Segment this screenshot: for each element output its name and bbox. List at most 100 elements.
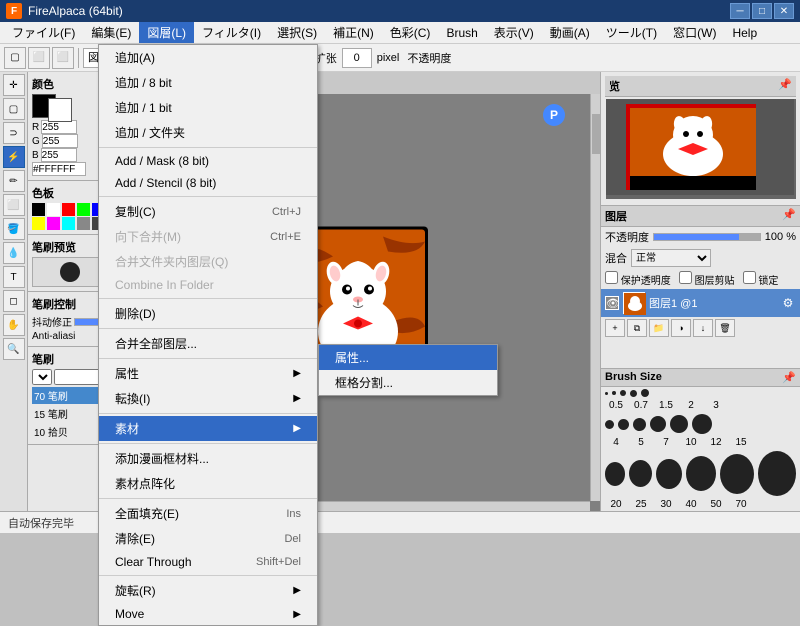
brush-dot-07[interactable] xyxy=(612,391,616,395)
palette-color[interactable] xyxy=(47,203,60,216)
menu-help[interactable]: Help xyxy=(724,24,765,42)
clipping-check[interactable]: 图层剪贴 xyxy=(679,271,735,287)
bg-color-swatch[interactable] xyxy=(48,98,72,122)
menu-delete[interactable]: 删除(D) xyxy=(99,301,317,326)
menu-filter[interactable]: フィルタ(I) xyxy=(194,22,269,43)
tool-select-rect[interactable]: ▢ xyxy=(3,98,25,120)
layer-visibility-icon[interactable]: 👁 xyxy=(605,296,619,310)
brush-dot-40[interactable] xyxy=(686,456,716,491)
tool-eraser[interactable]: ⬜ xyxy=(3,194,25,216)
brush-dot-20[interactable] xyxy=(605,462,625,486)
hex-input[interactable] xyxy=(32,162,86,176)
tool-select-btn[interactable]: ▢ xyxy=(4,47,26,69)
menu-convert[interactable]: 転換(I) ▶ xyxy=(99,386,317,411)
preview-pin[interactable]: 📌 xyxy=(778,78,792,94)
brush-dot-5[interactable] xyxy=(618,419,629,430)
expand-input[interactable] xyxy=(342,48,372,68)
menu-duplicate[interactable]: 复制(C) Ctrl+J xyxy=(99,199,317,224)
menu-fill-all[interactable]: 全面填充(E) Ins xyxy=(99,501,317,526)
brush-dot-2[interactable] xyxy=(630,390,637,397)
menu-add-stencil[interactable]: Add / Stencil (8 bit) xyxy=(99,172,317,194)
palette-color[interactable] xyxy=(77,203,90,216)
brush-dot-70[interactable] xyxy=(758,451,796,496)
minimize-button[interactable]: ─ xyxy=(730,3,750,19)
r-input[interactable] xyxy=(41,120,77,134)
menu-add-1bit[interactable]: 追加 / 1 bit xyxy=(99,95,317,120)
menu-move[interactable]: Move ▶ xyxy=(99,603,317,625)
menu-add-folder[interactable]: 追加 / 文件夹 xyxy=(99,120,317,145)
tool-magic-btn[interactable]: ⬜ xyxy=(52,47,74,69)
layer-mask-btn[interactable]: ◑ xyxy=(671,319,691,337)
layer-folder-btn[interactable]: 📁 xyxy=(649,319,669,337)
layer-dropdown-menu[interactable]: 追加(A) 追加 / 8 bit 追加 / 1 bit 追加 / 文件夹 Add… xyxy=(98,44,318,626)
b-input[interactable] xyxy=(41,148,77,162)
protect-alpha-check[interactable]: 保护透明度 xyxy=(605,271,671,287)
tool-shape[interactable]: ◻ xyxy=(3,290,25,312)
lock-check[interactable]: 锁定 xyxy=(743,271,779,287)
tool-lasso-btn[interactable]: ⬜ xyxy=(28,47,50,69)
palette-color[interactable] xyxy=(32,203,45,216)
menu-layer[interactable]: 図層(L) xyxy=(139,22,194,43)
menu-brush[interactable]: Brush xyxy=(438,24,485,42)
brush-dot-25[interactable] xyxy=(629,460,652,487)
layer-row-1[interactable]: 👁 图层1 @1 ⚙ xyxy=(601,289,800,317)
brush-dot-7[interactable] xyxy=(633,418,646,431)
menu-clear[interactable]: 清除(E) Del xyxy=(99,526,317,551)
material-submenu[interactable]: 属性... 框格分割... xyxy=(318,344,498,396)
title-bar-buttons[interactable]: ─ □ ✕ xyxy=(730,3,794,19)
tool-eyedrop[interactable]: 💧 xyxy=(3,242,25,264)
blend-select[interactable]: 正常 xyxy=(631,249,711,267)
brush-dot-15[interactable] xyxy=(620,390,626,396)
menu-merge-all[interactable]: 合并全部图层... xyxy=(99,331,317,356)
brush-dot-3[interactable] xyxy=(641,389,649,397)
layer-add-btn[interactable]: + xyxy=(605,319,625,337)
menu-merge-folder[interactable]: 合并文件夹内图层(Q) xyxy=(99,249,317,274)
menu-add-mask[interactable]: Add / Mask (8 bit) xyxy=(99,150,317,172)
layer-pin[interactable]: 📌 xyxy=(782,208,796,224)
menu-color[interactable]: 色彩(C) xyxy=(382,22,439,43)
menu-animation[interactable]: 動画(A) xyxy=(542,22,598,43)
brush-dot-15[interactable] xyxy=(692,414,712,434)
tool-wand[interactable]: ⚡ xyxy=(3,146,25,168)
submenu-properties[interactable]: 属性... xyxy=(319,345,497,370)
layer-copy-btn[interactable]: ⧉ xyxy=(627,319,647,337)
scrollbar-vertical[interactable] xyxy=(590,94,600,501)
brush-dot-50[interactable] xyxy=(720,454,754,494)
tool-pen[interactable]: ✏ xyxy=(3,170,25,192)
tool-zoom[interactable]: 🔍 xyxy=(3,338,25,360)
menu-combine-folder[interactable]: Combine In Folder xyxy=(99,274,317,296)
palette-color[interactable] xyxy=(62,203,75,216)
brush-dot-4[interactable] xyxy=(605,420,614,429)
tool-move[interactable]: ✛ xyxy=(3,74,25,96)
palette-color[interactable] xyxy=(47,217,60,230)
menu-tools[interactable]: ツール(T) xyxy=(598,22,665,43)
menu-add-manga-frame[interactable]: 添加漫画框材料... xyxy=(99,446,317,471)
menu-rotate[interactable]: 旋転(R) ▶ xyxy=(99,578,317,603)
menu-file[interactable]: ファイル(F) xyxy=(4,22,83,43)
menu-clear-through[interactable]: Clear Through Shift+Del xyxy=(99,551,317,573)
g-input[interactable] xyxy=(42,134,78,148)
maximize-button[interactable]: □ xyxy=(752,3,772,19)
layer-delete-btn[interactable]: 🗑 xyxy=(715,319,735,337)
menu-correct[interactable]: 補正(N) xyxy=(325,22,382,43)
scrollbar-v-thumb[interactable] xyxy=(592,114,600,154)
submenu-frame-split[interactable]: 框格分割... xyxy=(319,370,497,395)
layer-settings-icon[interactable]: ⚙ xyxy=(780,295,796,311)
opacity-bar[interactable] xyxy=(653,233,761,241)
close-button[interactable]: ✕ xyxy=(774,3,794,19)
tool-lasso[interactable]: ⊃ xyxy=(3,122,25,144)
menu-add-8bit[interactable]: 追加 / 8 bit xyxy=(99,70,317,95)
brush-size-pin[interactable]: 📌 xyxy=(782,371,796,384)
tool-text[interactable]: T xyxy=(3,266,25,288)
menu-edit[interactable]: 編集(E) xyxy=(83,22,139,43)
menu-material[interactable]: 素材 ▶ xyxy=(99,416,317,441)
layer-download-btn[interactable]: ↓ xyxy=(693,319,713,337)
menu-rasterize[interactable]: 素材点阵化 xyxy=(99,471,317,496)
brush-dot-12[interactable] xyxy=(670,415,688,433)
menu-properties-arrow[interactable]: 属性 ▶ xyxy=(99,361,317,386)
menu-window[interactable]: 窓口(W) xyxy=(665,22,724,43)
menu-view[interactable]: 表示(V) xyxy=(486,22,542,43)
brush-dot-10[interactable] xyxy=(650,416,666,432)
tool-fill[interactable]: 🪣 xyxy=(3,218,25,240)
palette-color[interactable] xyxy=(77,217,90,230)
